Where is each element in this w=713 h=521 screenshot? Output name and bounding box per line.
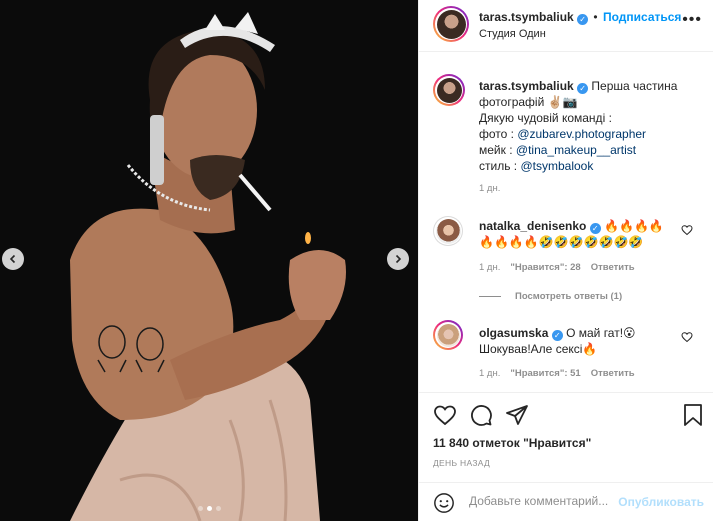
portrait-illustration bbox=[0, 0, 418, 521]
author-avatar[interactable] bbox=[433, 6, 469, 42]
next-slide-button[interactable] bbox=[387, 248, 409, 270]
comment-timestamp[interactable]: 1 дн. bbox=[479, 262, 500, 273]
chevron-right-icon bbox=[395, 254, 402, 264]
post-caption: taras.tsymbaliuk ✓ Перша частина фотогра… bbox=[479, 78, 704, 174]
comment-text: Шокував!Але сексі🔥 bbox=[479, 342, 598, 356]
heart-icon[interactable] bbox=[681, 224, 693, 236]
caption-username[interactable]: taras.tsymbaliuk bbox=[479, 79, 574, 93]
comment-input[interactable] bbox=[469, 494, 619, 508]
verified-icon: ✓ bbox=[577, 14, 589, 25]
divider bbox=[479, 296, 501, 297]
verified-icon: ✓ bbox=[589, 223, 601, 234]
heart-icon[interactable] bbox=[433, 403, 457, 427]
comment-likes[interactable]: "Нравится": 51 bbox=[510, 368, 580, 379]
share-icon[interactable] bbox=[505, 403, 529, 427]
comment-meta: 1 дн. "Нравится": 28 Ответить bbox=[479, 262, 635, 273]
post-date[interactable]: ДЕНЬ НАЗАД bbox=[433, 458, 490, 468]
slide-indicator bbox=[0, 506, 418, 511]
separator-dot: • bbox=[593, 10, 598, 24]
author-username[interactable]: taras.tsymbaliuk bbox=[479, 10, 574, 24]
caption-text: Перша частина bbox=[591, 79, 678, 93]
post-photo[interactable] bbox=[0, 0, 418, 521]
verified-icon: ✓ bbox=[577, 83, 589, 94]
comment-icon[interactable] bbox=[469, 403, 493, 427]
view-replies-label: Посмотреть ответы (1) bbox=[515, 291, 623, 302]
comment: natalka_denisenko ✓ 🔥🔥🔥🔥 🔥🔥🔥🔥🤣🤣🤣🤣🤣🤣🤣 bbox=[479, 218, 689, 250]
action-bar: 11 840 отметок "Нравится" ДЕНЬ НАЗАД bbox=[419, 392, 713, 482]
comment-likes[interactable]: "Нравится": 28 bbox=[510, 262, 580, 273]
reply-button[interactable]: Ответить bbox=[591, 262, 635, 273]
follow-button[interactable]: Подписаться bbox=[603, 10, 681, 24]
mention-link[interactable]: @tsymbalook bbox=[520, 159, 593, 173]
caption-text: стиль : bbox=[479, 159, 521, 173]
location-link[interactable]: Студия Один bbox=[479, 28, 546, 40]
caption-timestamp[interactable]: 1 дн. bbox=[479, 183, 500, 194]
commenter-avatar[interactable] bbox=[433, 320, 463, 350]
mention-link[interactable]: @zubarev.photographer bbox=[517, 127, 646, 141]
post-header: taras.tsymbaliuk ✓ • Подписаться Студия … bbox=[419, 0, 713, 52]
caption-avatar[interactable] bbox=[433, 74, 465, 106]
view-replies-button[interactable]: Посмотреть ответы (1) bbox=[479, 291, 622, 302]
slide-dot-active bbox=[206, 506, 212, 511]
comment-meta: 1 дн. "Нравится": 51 Ответить bbox=[479, 368, 635, 379]
commenter-avatar[interactable] bbox=[433, 216, 463, 246]
slide-dot bbox=[215, 506, 221, 511]
emoji-icon[interactable] bbox=[433, 492, 455, 514]
more-options-icon[interactable]: ••• bbox=[682, 11, 702, 29]
caption-text: Дякую чудовій команді : bbox=[479, 111, 612, 125]
comment-username[interactable]: natalka_denisenko bbox=[479, 219, 586, 233]
verified-icon: ✓ bbox=[551, 330, 563, 341]
caption-text: мейк : bbox=[479, 143, 516, 157]
mention-link[interactable]: @tina_makeup__artist bbox=[516, 143, 636, 157]
add-comment-bar: Опубликовать bbox=[419, 482, 713, 521]
bookmark-icon[interactable] bbox=[682, 403, 704, 427]
slide-dot bbox=[197, 506, 203, 511]
comment-text: 🔥🔥🔥🔥 bbox=[604, 219, 664, 233]
comment-text: 🔥🔥🔥🔥🤣🤣🤣🤣🤣🤣🤣 bbox=[479, 235, 644, 249]
comment-text: О май гат!😮 bbox=[566, 326, 636, 340]
comment-username[interactable]: olgasumska bbox=[479, 326, 548, 340]
comment: olgasumska ✓ О май гат!😮 Шокував!Але сек… bbox=[479, 325, 689, 357]
like-count[interactable]: 11 840 отметок "Нравится" bbox=[433, 436, 591, 450]
caption-text: фото : bbox=[479, 127, 518, 141]
heart-icon[interactable] bbox=[681, 331, 693, 343]
publish-button[interactable]: Опубликовать bbox=[618, 495, 704, 509]
reply-button[interactable]: Ответить bbox=[591, 368, 635, 379]
comment-timestamp[interactable]: 1 дн. bbox=[479, 368, 500, 379]
caption-text: фотографій ✌🏼📷 bbox=[479, 95, 578, 109]
previous-slide-button[interactable] bbox=[2, 248, 24, 270]
chevron-left-icon bbox=[9, 254, 16, 264]
post-sidebar: taras.tsymbaliuk ✓ • Подписаться Студия … bbox=[418, 0, 713, 521]
